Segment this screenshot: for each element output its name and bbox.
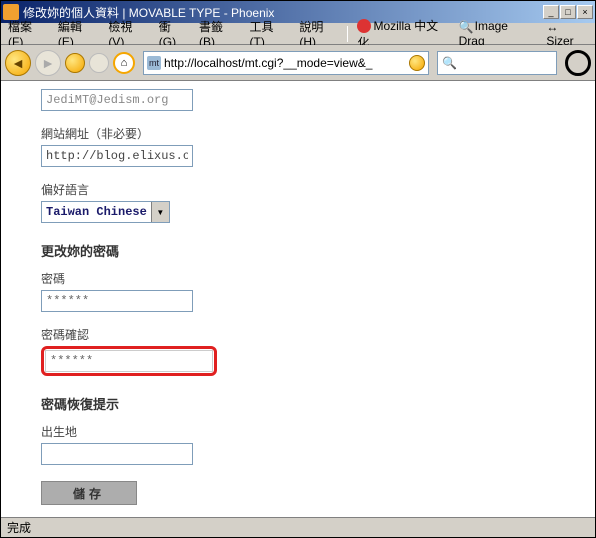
status-text: 完成: [7, 519, 31, 536]
birthplace-label: 出生地: [41, 423, 555, 440]
throbber-icon: [565, 50, 591, 76]
save-button[interactable]: 儲存: [41, 481, 137, 505]
browser-window: 修改妳的個人資料 | MOVABLE TYPE - Phoenix _ □ × …: [0, 0, 596, 538]
toolbar: ◄ ► ⌂ mt 🔍: [1, 45, 595, 81]
search-box[interactable]: 🔍: [437, 51, 557, 75]
language-value: Taiwan Chinese: [42, 205, 151, 219]
go-button[interactable]: [409, 55, 425, 71]
password-confirm-label: 密碼確認: [41, 326, 555, 343]
forward-button[interactable]: ►: [35, 50, 61, 76]
email-input[interactable]: [41, 89, 193, 111]
menubar: 檔案(F) 編輯(E) 檢視(V) 衝(G) 書籤(B) 工具(T) 說明(H)…: [1, 23, 595, 45]
search-input[interactable]: [461, 56, 551, 70]
password-confirm-field-group: 密碼確認: [41, 326, 555, 376]
website-label: 網站網址（非必要）: [41, 125, 555, 142]
language-label: 偏好語言: [41, 181, 555, 198]
password-input[interactable]: [41, 290, 193, 312]
home-icon: ⌂: [121, 57, 128, 69]
language-select[interactable]: Taiwan Chinese ▼: [41, 201, 170, 223]
url-input[interactable]: [164, 56, 406, 70]
content-area: 網站網址（非必要） 偏好語言 Taiwan Chinese ▼ 更改妳的密碼 密…: [1, 81, 595, 517]
password-label: 密碼: [41, 270, 555, 287]
sizer-icon: ↔: [546, 20, 560, 34]
menu-separator: [347, 26, 348, 42]
stop-button[interactable]: [89, 53, 109, 73]
birthplace-field-group: 出生地: [41, 423, 555, 465]
statusbar: 完成: [1, 517, 595, 537]
recovery-section-title: 密碼恢復提示: [41, 394, 555, 413]
language-field-group: 偏好語言 Taiwan Chinese ▼: [41, 181, 555, 223]
password-field-group: 密碼: [41, 270, 555, 312]
back-arrow-icon: ◄: [11, 55, 25, 71]
search-icon: 🔍: [442, 56, 457, 70]
forward-arrow-icon: ►: [41, 55, 55, 71]
dino-icon: [357, 19, 371, 33]
email-field-group: [41, 89, 555, 111]
url-bar[interactable]: mt: [143, 51, 429, 75]
chevron-down-icon: ▼: [151, 202, 169, 222]
page-favicon: mt: [147, 56, 161, 70]
reload-button[interactable]: [65, 53, 85, 73]
back-button[interactable]: ◄: [5, 50, 31, 76]
website-field-group: 網站網址（非必要）: [41, 125, 555, 167]
magnifier-icon: 🔍: [459, 20, 473, 34]
home-button[interactable]: ⌂: [113, 52, 135, 74]
highlight-annotation: [41, 346, 217, 376]
password-confirm-input[interactable]: [45, 350, 213, 372]
website-input[interactable]: [41, 145, 193, 167]
password-section-title: 更改妳的密碼: [41, 241, 555, 260]
birthplace-input[interactable]: [41, 443, 193, 465]
